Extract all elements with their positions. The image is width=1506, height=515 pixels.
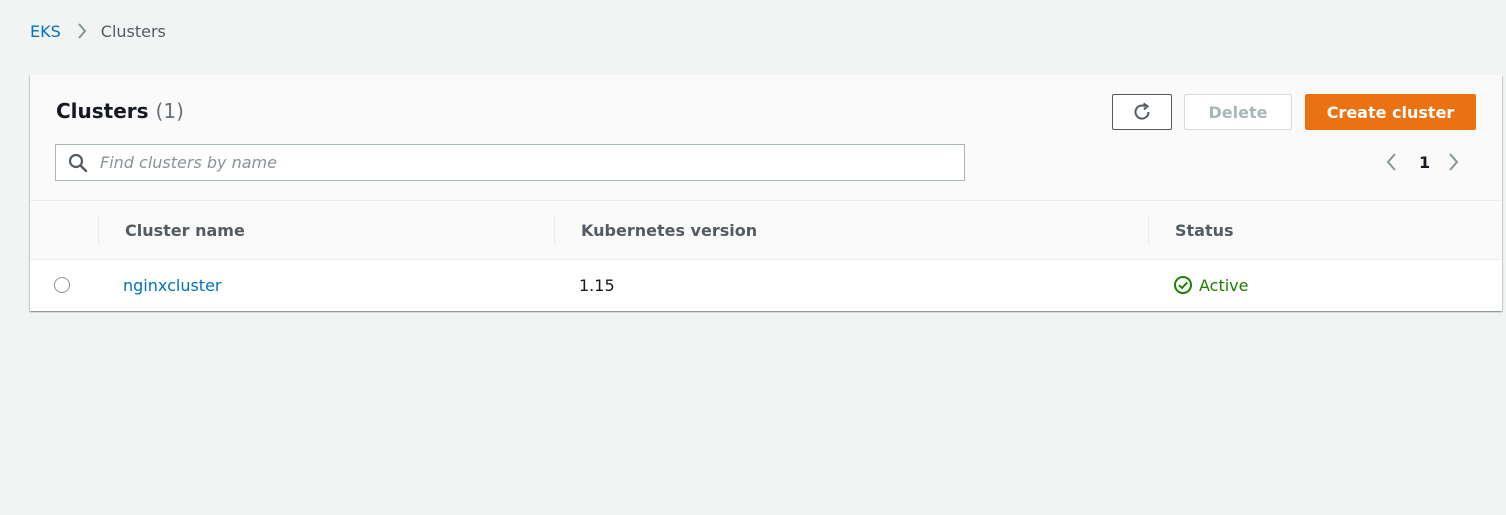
breadcrumb-current: Clusters [100,21,166,41]
breadcrumb-eks-link[interactable]: EKS [30,22,61,41]
column-header-kubernetes-version[interactable]: Kubernetes version [581,201,757,259]
create-cluster-button[interactable]: Create cluster [1305,94,1476,130]
status-text: Active [1199,275,1249,295]
clusters-panel: Clusters (1) Delete Create cluster Find … [30,75,1502,311]
chevron-left-icon[interactable] [1385,152,1397,172]
cluster-name-link[interactable]: nginxcluster [123,276,221,295]
delete-button[interactable]: Delete [1184,94,1292,130]
chevron-right-icon[interactable] [1448,152,1460,172]
column-divider [98,215,99,245]
panel-title-text: Clusters [56,99,149,123]
page-title: Clusters (1) [56,99,184,123]
kubernetes-version: 1.15 [579,275,615,295]
column-header-status[interactable]: Status [1175,201,1234,259]
column-header-cluster-name[interactable]: Cluster name [125,201,245,259]
pagination: 1 [1385,151,1460,173]
refresh-button[interactable] [1112,94,1172,130]
column-divider [554,215,555,245]
check-circle-icon [1173,275,1193,295]
breadcrumb: EKS Clusters [30,19,166,43]
row-select-radio[interactable] [54,277,70,293]
search-box [55,144,965,181]
table-header: Cluster name Kubernetes version Status [30,201,1502,260]
page-number[interactable]: 1 [1419,153,1430,172]
chevron-right-icon [77,23,87,39]
search-icon [68,153,88,173]
search-input[interactable] [98,152,942,173]
column-divider [1148,215,1149,245]
panel-header: Clusters (1) Delete Create cluster Find … [30,75,1502,201]
refresh-icon [1131,101,1153,123]
cluster-count: (1) [155,99,184,123]
table-row: nginxcluster 1.15 Active [30,260,1502,310]
status-badge: Active [1173,260,1249,310]
